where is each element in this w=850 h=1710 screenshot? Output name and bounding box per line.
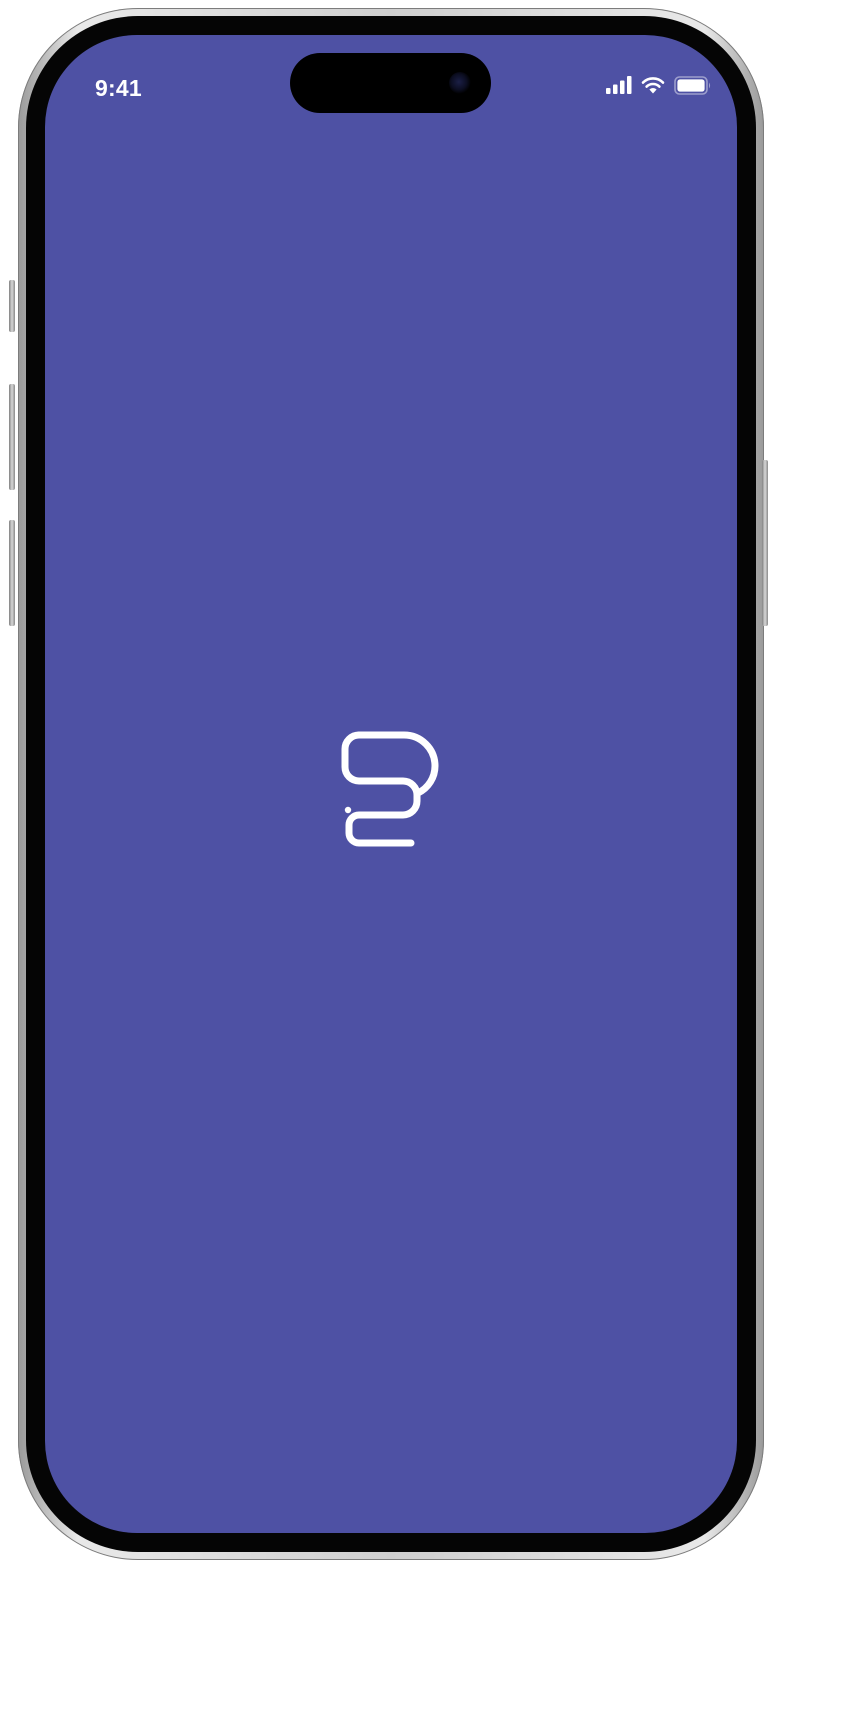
app-logo-icon — [341, 731, 441, 849]
dynamic-island — [290, 53, 491, 113]
action-button — [9, 280, 15, 332]
status-time: 9:41 — [95, 75, 142, 101]
power-button — [762, 460, 768, 626]
front-camera-icon — [449, 72, 471, 94]
wifi-icon — [641, 76, 665, 94]
cellular-signal-icon — [606, 76, 632, 94]
volume-down-button — [9, 520, 15, 626]
phone-frame: 9:41 — [9, 8, 768, 1560]
battery-icon — [674, 75, 712, 95]
volume-up-button — [9, 384, 15, 490]
app-screen: 9:41 — [45, 35, 737, 1533]
status-icons — [606, 71, 712, 99]
